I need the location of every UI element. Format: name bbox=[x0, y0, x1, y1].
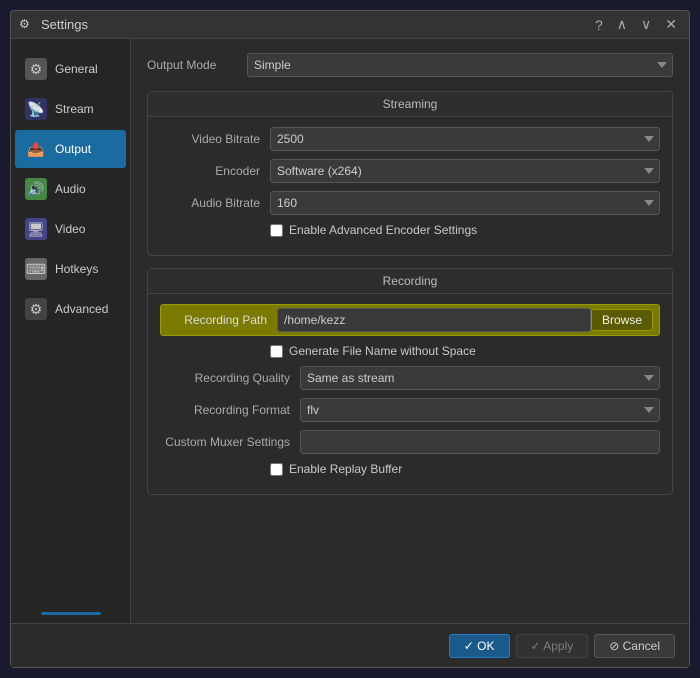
apply-button[interactable]: ✓ Apply bbox=[516, 634, 589, 658]
streaming-section-body: Video Bitrate 2500 Encoder Software (x26… bbox=[148, 117, 672, 255]
encoder-select[interactable]: Software (x264) bbox=[270, 159, 660, 183]
audio-bitrate-label: Audio Bitrate bbox=[160, 196, 270, 210]
recording-format-select[interactable]: flv mp4 mov mkv ts m3u8 bbox=[300, 398, 660, 422]
recording-format-row: Recording Format flv mp4 mov mkv ts m3u8 bbox=[160, 398, 660, 422]
custom-muxer-input[interactable] bbox=[300, 430, 660, 454]
sidebar-item-video[interactable]: 🖥 Video bbox=[15, 210, 126, 248]
sidebar-label-output: Output bbox=[55, 142, 91, 156]
output-mode-select[interactable]: Simple Advanced bbox=[247, 53, 673, 77]
video-bitrate-select[interactable]: 2500 bbox=[270, 127, 660, 151]
titlebar-controls: ? ∧ ∨ ✕ bbox=[591, 16, 681, 33]
app-icon: ⚙ bbox=[19, 17, 35, 33]
sidebar-item-stream[interactable]: 📡 Stream bbox=[15, 90, 126, 128]
recording-quality-label: Recording Quality bbox=[160, 371, 300, 385]
sidebar-bottom bbox=[11, 604, 130, 623]
recording-quality-row: Recording Quality Same as stream High Qu… bbox=[160, 366, 660, 390]
audio-bitrate-row: Audio Bitrate 160 bbox=[160, 191, 660, 215]
titlebar-left: ⚙ Settings bbox=[19, 17, 88, 33]
recording-section-title: Recording bbox=[148, 269, 672, 294]
encoder-advanced-checkbox[interactable] bbox=[270, 224, 283, 237]
recording-section-body: Recording Path Browse Generate File Name… bbox=[148, 294, 672, 494]
encoder-row: Encoder Software (x264) bbox=[160, 159, 660, 183]
sidebar-item-advanced[interactable]: ⚙ Advanced bbox=[15, 290, 126, 328]
hotkeys-icon: ⌨ bbox=[25, 258, 47, 280]
sidebar-label-general: General bbox=[55, 62, 98, 76]
generate-filename-checkbox[interactable] bbox=[270, 345, 283, 358]
output-icon: 📤 bbox=[25, 138, 47, 160]
advanced-icon: ⚙ bbox=[25, 298, 47, 320]
sidebar-item-output[interactable]: 📤 Output bbox=[15, 130, 126, 168]
footer: ✓ OK ✓ Apply ⊘ Cancel bbox=[11, 623, 689, 667]
generate-filename-row: Generate File Name without Space bbox=[160, 344, 660, 358]
cancel-button[interactable]: ⊘ Cancel bbox=[594, 634, 675, 658]
output-mode-label: Output Mode bbox=[147, 58, 247, 72]
sidebar-indicator bbox=[41, 612, 101, 615]
replay-buffer-label: Enable Replay Buffer bbox=[289, 462, 402, 476]
general-icon: ⚙ bbox=[25, 58, 47, 80]
maximize-button[interactable]: ∨ bbox=[637, 16, 655, 33]
sidebar-item-hotkeys[interactable]: ⌨ Hotkeys bbox=[15, 250, 126, 288]
recording-path-input[interactable] bbox=[277, 308, 591, 332]
audio-bitrate-select[interactable]: 160 bbox=[270, 191, 660, 215]
sidebar: ⚙ General 📡 Stream 📤 Output 🔊 Audio 🖥 Vi… bbox=[11, 39, 131, 623]
custom-muxer-label: Custom Muxer Settings bbox=[160, 435, 300, 449]
streaming-section-title: Streaming bbox=[148, 92, 672, 117]
sidebar-item-audio[interactable]: 🔊 Audio bbox=[15, 170, 126, 208]
sidebar-label-stream: Stream bbox=[55, 102, 94, 116]
sidebar-item-general[interactable]: ⚙ General bbox=[15, 50, 126, 88]
recording-path-label: Recording Path bbox=[167, 313, 277, 327]
titlebar: ⚙ Settings ? ∧ ∨ ✕ bbox=[11, 11, 689, 39]
custom-muxer-row: Custom Muxer Settings bbox=[160, 430, 660, 454]
main-content: Output Mode Simple Advanced Streaming Vi… bbox=[131, 39, 689, 623]
ok-button[interactable]: ✓ OK bbox=[449, 634, 510, 658]
minimize-button[interactable]: ∧ bbox=[613, 16, 631, 33]
window-title: Settings bbox=[41, 17, 88, 32]
recording-section: Recording Recording Path Browse Generate… bbox=[147, 268, 673, 495]
replay-buffer-row: Enable Replay Buffer bbox=[160, 462, 660, 476]
output-mode-row: Output Mode Simple Advanced bbox=[147, 53, 673, 77]
help-button[interactable]: ? bbox=[591, 17, 607, 33]
recording-quality-select[interactable]: Same as stream High Quality Indistinguis… bbox=[300, 366, 660, 390]
video-bitrate-row: Video Bitrate 2500 bbox=[160, 127, 660, 151]
sidebar-label-hotkeys: Hotkeys bbox=[55, 262, 98, 276]
streaming-section: Streaming Video Bitrate 2500 Encoder Sof… bbox=[147, 91, 673, 256]
replay-buffer-checkbox[interactable] bbox=[270, 463, 283, 476]
settings-window: ⚙ Settings ? ∧ ∨ ✕ ⚙ General 📡 Stream 📤 bbox=[10, 10, 690, 668]
recording-path-row: Recording Path Browse bbox=[160, 304, 660, 336]
sidebar-label-advanced: Advanced bbox=[55, 302, 108, 316]
encoder-advanced-checkbox-row: Enable Advanced Encoder Settings bbox=[160, 223, 660, 237]
audio-icon: 🔊 bbox=[25, 178, 47, 200]
recording-format-label: Recording Format bbox=[160, 403, 300, 417]
sidebar-header bbox=[11, 43, 130, 49]
stream-icon: 📡 bbox=[25, 98, 47, 120]
encoder-label: Encoder bbox=[160, 164, 270, 178]
browse-button[interactable]: Browse bbox=[591, 309, 653, 331]
content-area: ⚙ General 📡 Stream 📤 Output 🔊 Audio 🖥 Vi… bbox=[11, 39, 689, 623]
video-bitrate-label: Video Bitrate bbox=[160, 132, 270, 146]
generate-filename-label: Generate File Name without Space bbox=[289, 344, 476, 358]
sidebar-label-video: Video bbox=[55, 222, 85, 236]
sidebar-label-audio: Audio bbox=[55, 182, 86, 196]
encoder-advanced-label: Enable Advanced Encoder Settings bbox=[289, 223, 477, 237]
video-icon: 🖥 bbox=[25, 218, 47, 240]
close-button[interactable]: ✕ bbox=[661, 16, 681, 33]
